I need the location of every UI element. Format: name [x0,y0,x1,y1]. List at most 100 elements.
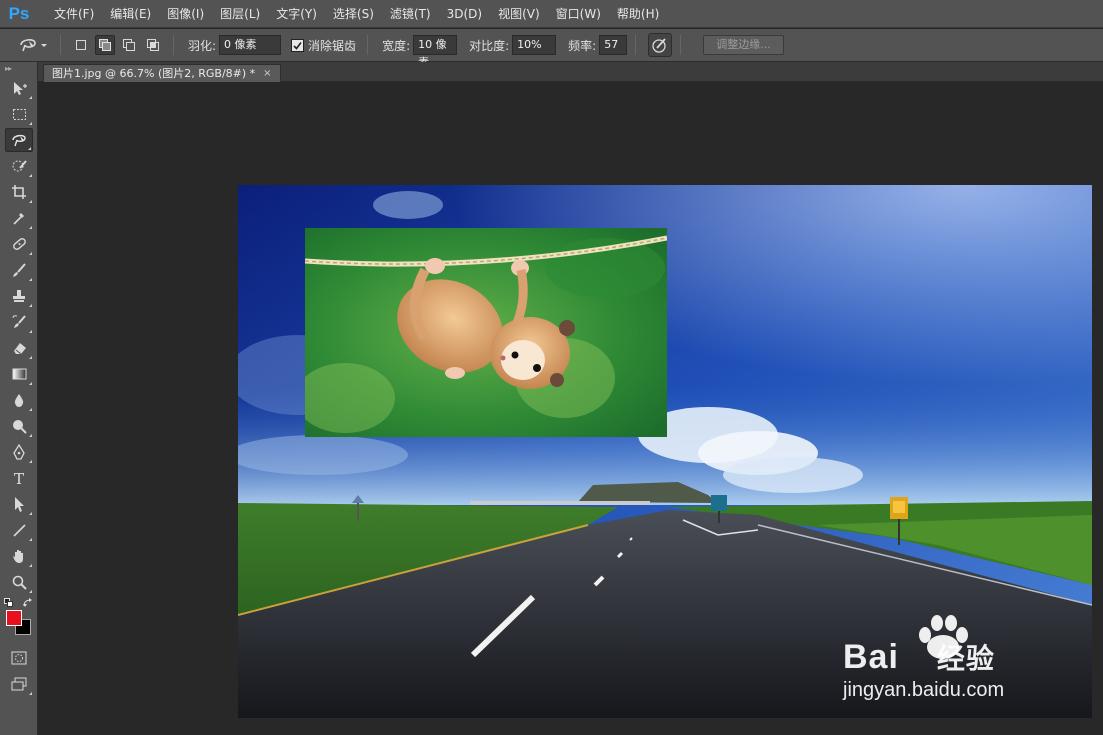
menu-item[interactable]: 编辑(E) [102,0,159,28]
quick-mask-button[interactable] [5,646,33,670]
panel-collapse-grip[interactable]: ▸▸ [0,62,37,74]
gradient-tool[interactable] [5,362,33,386]
clone-stamp-tool[interactable] [5,284,33,308]
history-brush-icon [12,314,26,328]
healing-brush-tool[interactable] [5,232,33,256]
gradient-icon [12,368,26,379]
screen-mode-icon [11,677,27,691]
stamp-icon [12,289,25,302]
menu-item[interactable]: 视图(V) [490,0,548,28]
menu-items: 文件(F) 编辑(E) 图像(I) 图层(L) 文字(Y) 选择(S) 滤镜(T) 3D(D)… [46,0,667,28]
marquee-tool[interactable] [5,102,33,126]
subtract-from-selection-button[interactable] [119,35,139,55]
menu-item[interactable]: 滤镜(T) [382,0,439,28]
line-icon [12,523,26,537]
quick-selection-tool[interactable] [5,154,33,178]
separator [635,35,637,55]
hamster-image [305,228,667,437]
dodge-icon [12,419,27,434]
menu-item[interactable]: 图层(L) [212,0,268,28]
arrow-icon [14,496,24,512]
svg-text:T: T [14,470,24,487]
hand-icon [12,549,23,563]
pen-icon [12,443,25,460]
crop-icon [11,184,26,199]
menu-item[interactable]: 文件(F) [46,0,102,28]
move-icon [13,81,27,95]
document-tab[interactable]: 图片1.jpg @ 66.7% (图片2, RGB/8#) * × [43,64,281,82]
move-tool[interactable] [5,76,33,100]
eyedropper-tool[interactable] [5,206,33,230]
magnetic-lasso-icon [20,39,47,52]
magnetic-lasso-tool[interactable] [5,128,33,152]
default-colors-icon[interactable] [4,598,14,608]
new-selection-icon [76,40,86,50]
dodge-tool[interactable] [5,414,33,438]
document-tab-bar: 图片1.jpg @ 66.7% (图片2, RGB/8#) * × [38,62,1103,82]
contrast-label: 对比度: [469,38,510,53]
foreground-color-swatch[interactable] [6,610,22,626]
add-to-selection-icon [99,39,111,51]
path-selection-tool[interactable] [5,492,33,516]
quick-mask-icon [11,651,27,665]
brush-icon [12,262,26,277]
pen-pressure-button[interactable] [648,33,673,57]
zoom-tool[interactable] [5,570,33,594]
pen-pressure-icon [652,38,666,53]
new-selection-button[interactable] [71,35,91,55]
tools-panel: ▸▸ T [0,62,38,735]
separator [60,35,61,55]
hand-tool[interactable] [5,544,33,568]
add-to-selection-button[interactable] [95,35,115,55]
eraser-icon [13,342,26,354]
photoshop-logo: Ps [8,3,30,23]
menu-item[interactable]: 帮助(H) [609,0,667,28]
hamster-layer[interactable] [305,228,667,437]
watermark-url: jingyan.baidu.com [843,679,1005,701]
swap-colors-icon[interactable] [23,598,33,608]
contrast-input[interactable]: 10% [512,35,557,55]
eraser-tool[interactable] [5,336,33,360]
rect-marquee-icon [12,108,26,120]
feather-input[interactable]: 0 像素 [219,35,282,55]
subtract-from-selection-icon [123,39,135,51]
drop-icon [14,393,23,407]
menu-item[interactable]: 窗口(W) [548,0,609,28]
separator [173,35,174,55]
pen-tool[interactable] [5,440,33,464]
brush-tool[interactable] [5,258,33,282]
intersect-selection-button[interactable] [143,35,163,55]
history-brush-tool[interactable] [5,310,33,334]
antialias-checkbox[interactable] [291,38,305,52]
menu-bar: Ps 文件(F) 编辑(E) 图像(I) 图层(L) 文字(Y) 选择(S) 滤镜(T) 3D… [0,0,1103,28]
menu-item[interactable]: 选择(S) [325,0,382,28]
magnetic-lasso-icon [11,134,26,146]
eyedropper-icon [12,212,24,225]
workspace: Bai 经验 jingyan.baidu.com [39,82,1103,735]
tool-list: T [0,76,37,594]
feather-label: 羽化: [188,38,217,53]
refine-edge-button[interactable]: 调整边缘... [703,35,784,55]
quick-selection-icon [12,159,27,171]
checkmark-icon [293,41,302,50]
antialias-label: 消除锯齿 [308,38,357,53]
close-icon[interactable]: × [263,66,271,82]
separator [367,35,369,55]
screen-mode-button[interactable] [5,672,33,696]
baidu-jingyan-watermark: Bai 经验 jingyan.baidu.com [843,615,1043,707]
menu-item[interactable]: 文字(Y) [268,0,325,28]
type-tool[interactable]: T [5,466,33,490]
tool-preset-picker[interactable] [14,32,52,58]
menu-item[interactable]: 3D(D) [439,0,490,28]
frequency-input[interactable]: 57 [599,35,628,55]
line-tool[interactable] [5,518,33,542]
frequency-label: 频率: [568,38,597,53]
menu-item[interactable]: 图像(I) [159,0,212,28]
separator [680,35,682,55]
watermark-brand: Bai 经验 [843,638,995,676]
crop-tool[interactable] [5,180,33,204]
document-tab-title: 图片1.jpg @ 66.7% (图片2, RGB/8#) * [52,66,256,80]
color-swatches [0,598,37,644]
blur-tool[interactable] [5,388,33,412]
width-input[interactable]: 10 像素 [413,35,458,69]
